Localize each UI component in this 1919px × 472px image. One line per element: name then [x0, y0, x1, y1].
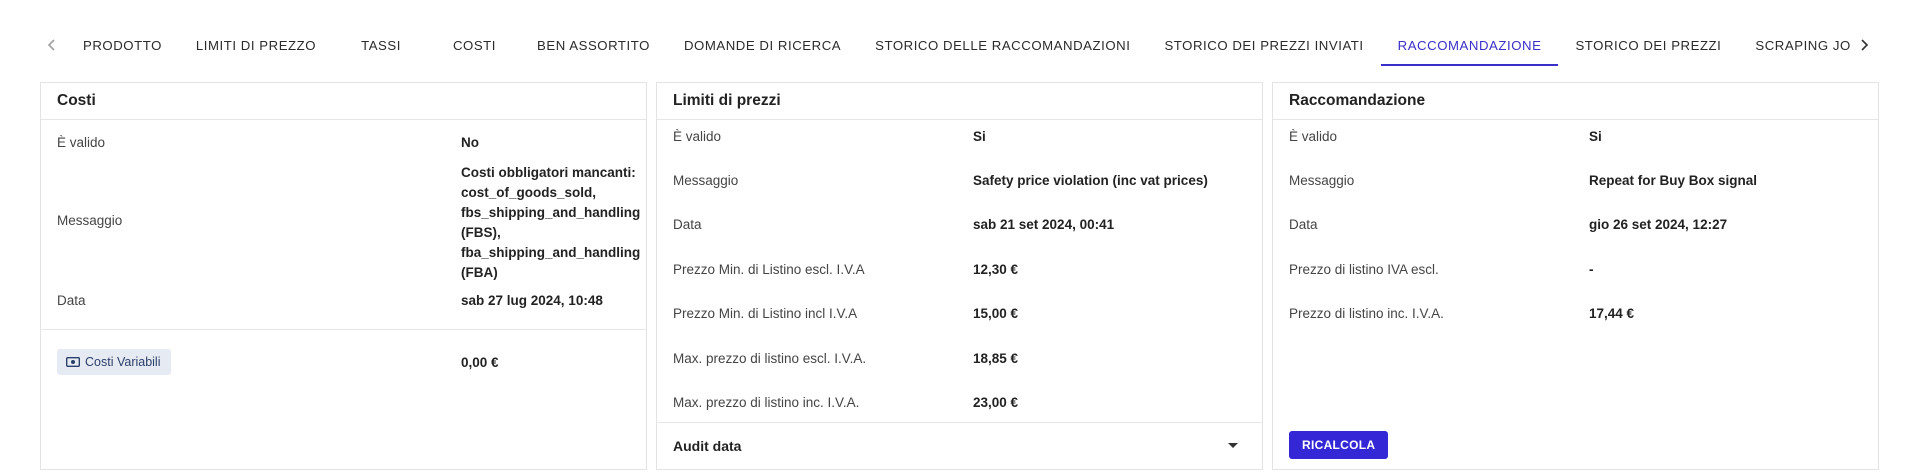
messaggio-line: (FBS),	[461, 225, 501, 240]
tab-domande-di-ricerca[interactable]: DOMANDE DI RICERCA	[667, 24, 858, 66]
costi-valido-label: È valido	[57, 135, 106, 150]
tab-prodotto[interactable]: PRODOTTO	[66, 24, 179, 66]
tab-storico-prezzi-inviati[interactable]: STORICO DEI PREZZI INVIATI	[1147, 24, 1380, 66]
tab-storico-dei-prezzi[interactable]: STORICO DEI PREZZI	[1558, 24, 1738, 66]
chevron-down-icon	[1228, 443, 1238, 448]
raccomandazione-value: gio 26 set 2024, 12:27	[1589, 217, 1728, 232]
raccomandazione-label: Prezzo di listino IVA escl.	[1289, 262, 1439, 277]
chevron-left-icon[interactable]	[38, 24, 66, 66]
costi-variabili-chip[interactable]: Costi Variabili	[57, 349, 171, 375]
limiti-label: Max. prezzo di listino escl. I.V.A.	[673, 351, 867, 366]
raccomandazione-value: 17,44 €	[1589, 306, 1635, 321]
raccomandazione-label: Messaggio	[1289, 173, 1355, 188]
audit-data-accordion[interactable]: Audit data	[657, 422, 1262, 468]
messaggio-line: fbs_shipping_and_handling	[461, 205, 641, 220]
tab-list: PRODOTTO LIMITI DI PREZZO TASSI COSTI BE…	[66, 24, 1850, 66]
raccomandazione-label: Prezzo di listino inc. I.V.A.	[1289, 306, 1444, 321]
limiti-label: Messaggio	[673, 173, 739, 188]
raccomandazione-panel: Raccomandazione È valido Si Messaggio Re…	[1272, 82, 1879, 470]
raccomandazione-value: -	[1589, 262, 1594, 277]
costi-variabili-value: 0,00 €	[461, 355, 499, 370]
divider	[41, 329, 646, 330]
tab-tassi[interactable]: TASSI	[333, 24, 429, 66]
costi-panel: Costi È valido No Messaggio Costi obblig…	[40, 82, 647, 470]
raccomandazione-value: Si	[1589, 129, 1602, 144]
costi-messaggio-value: Costi obbligatori mancanti: cost_of_good…	[461, 163, 640, 283]
costi-data-value: sab 27 lug 2024, 10:48	[461, 293, 603, 308]
audit-data-label: Audit data	[673, 437, 742, 454]
limiti-label: Prezzo Min. di Listino escl. I.V.A	[673, 262, 865, 277]
limiti-label: Data	[673, 217, 702, 232]
limiti-value: 15,00 €	[973, 306, 1019, 321]
tab-scraping-jobs[interactable]: SCRAPING JOBS	[1738, 24, 1850, 66]
limiti-value: Safety price violation (inc vat prices)	[973, 173, 1208, 188]
tab-bar: PRODOTTO LIMITI DI PREZZO TASSI COSTI BE…	[38, 24, 1878, 66]
limiti-title: Limiti di prezzi	[657, 83, 1262, 120]
limiti-value: Si	[973, 129, 986, 144]
messaggio-line: fba_shipping_and_handling	[461, 245, 641, 260]
costi-data-label: Data	[57, 293, 86, 308]
limiti-label: Prezzo Min. di Listino incl I.V.A	[673, 306, 858, 321]
limiti-value: 23,00 €	[973, 395, 1019, 410]
ricalcola-button[interactable]: RICALCOLA	[1289, 431, 1389, 459]
tab-ben-assortito[interactable]: BEN ASSORTITO	[520, 24, 667, 66]
costi-messaggio-label: Messaggio	[57, 213, 123, 228]
costi-variabili-label: Costi Variabili	[85, 355, 161, 369]
costi-title: Costi	[41, 83, 646, 120]
limiti-value: 12,30 €	[973, 262, 1019, 277]
tab-costi[interactable]: COSTI	[429, 24, 520, 66]
costi-valido-value: No	[461, 135, 479, 150]
tab-raccomandazione[interactable]: RACCOMANDAZIONE	[1380, 24, 1559, 66]
limiti-value: 18,85 €	[973, 351, 1019, 366]
tab-storico-raccomandazioni[interactable]: STORICO DELLE RACCOMANDAZIONI	[858, 24, 1147, 66]
messaggio-line: (FBA)	[461, 265, 498, 280]
limiti-value: sab 21 set 2024, 00:41	[973, 217, 1115, 232]
limiti-label: Max. prezzo di listino inc. I.V.A.	[673, 395, 860, 410]
raccomandazione-label: Data	[1289, 217, 1318, 232]
tab-limiti-di-prezzo[interactable]: LIMITI DI PREZZO	[179, 24, 333, 66]
raccomandazione-title: Raccomandazione	[1273, 83, 1878, 120]
messaggio-line: Costi obbligatori mancanti:	[461, 165, 636, 180]
raccomandazione-value: Repeat for Buy Box signal	[1589, 173, 1758, 188]
limiti-panel: Limiti di prezzi È valido Si Messaggio S…	[656, 82, 1263, 470]
chevron-right-icon[interactable]	[1850, 24, 1878, 66]
messaggio-line: cost_of_goods_sold,	[461, 185, 597, 200]
raccomandazione-label: È valido	[1289, 129, 1338, 144]
money-icon	[66, 357, 80, 367]
limiti-label: È valido	[673, 129, 722, 144]
